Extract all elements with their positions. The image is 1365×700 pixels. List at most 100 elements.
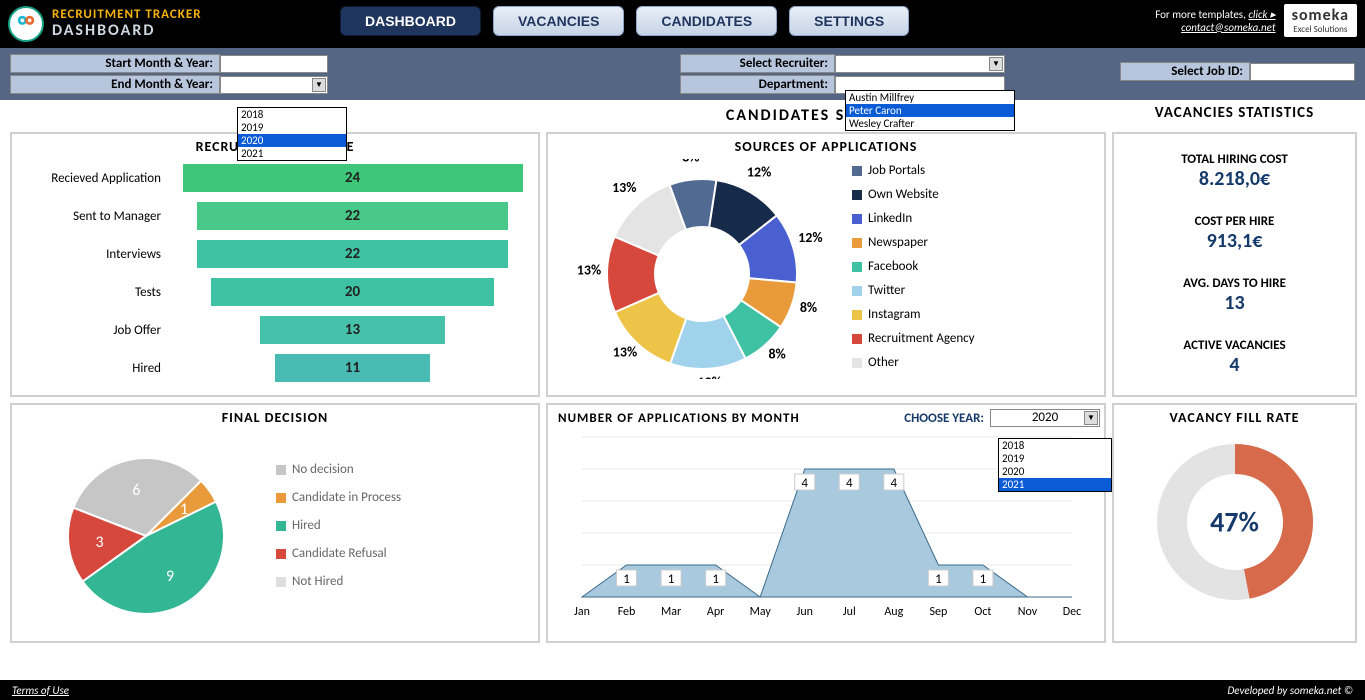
start-month-label: Start Month & Year: bbox=[10, 54, 220, 73]
stat-label: ACTIVE VACANCIES bbox=[1118, 338, 1351, 353]
copyright: Developed by someka.net © bbox=[1228, 684, 1354, 697]
funnel-label: Hired bbox=[16, 361, 171, 376]
legend-label: Job Portals bbox=[868, 159, 925, 183]
legend-label: Other bbox=[868, 351, 899, 375]
brand-logo[interactable]: someka Excel Solutions bbox=[1284, 4, 1357, 37]
svg-text:1: 1 bbox=[980, 572, 987, 587]
chevron-down-icon[interactable]: ▼ bbox=[1084, 411, 1098, 425]
end-month-input[interactable]: ▼ bbox=[220, 76, 328, 94]
svg-text:Dec: Dec bbox=[1063, 605, 1081, 619]
decision-legend: No decisionCandidate in ProcessHiredCand… bbox=[276, 456, 401, 596]
stat-value: 13 bbox=[1118, 291, 1351, 315]
decision-title: FINAL DECISION bbox=[16, 409, 534, 426]
legend-swatch bbox=[852, 190, 862, 200]
nav-vacancies[interactable]: VACANCIES bbox=[493, 6, 624, 36]
year-option[interactable]: 2020 bbox=[238, 134, 346, 147]
recruiter-input[interactable]: ▼ bbox=[835, 55, 1005, 73]
choose-year-option[interactable]: 2020 bbox=[999, 465, 1111, 478]
year-option[interactable]: 2021 bbox=[238, 147, 346, 160]
stat-value: 4 bbox=[1118, 353, 1351, 377]
app-header: RECRUITMENT TRACKER DASHBOARD DASHBOARD … bbox=[0, 0, 1365, 48]
vacancies-title: VACANCIES STATISTICS bbox=[1112, 104, 1357, 126]
legend-label: Candidate in Process bbox=[292, 484, 401, 512]
svg-text:1: 1 bbox=[668, 572, 675, 587]
jobid-label: Select Job ID: bbox=[1120, 62, 1250, 81]
legend-swatch bbox=[852, 310, 862, 320]
funnel-label: Job Offer bbox=[16, 323, 171, 338]
legend-label: Facebook bbox=[868, 255, 918, 279]
funnel-bar: 20 bbox=[211, 278, 494, 306]
funnel-bar: 22 bbox=[197, 240, 509, 268]
filter-bar: Start Month & Year: End Month & Year: ▼ … bbox=[0, 48, 1365, 100]
nav-dashboard[interactable]: DASHBOARD bbox=[340, 6, 481, 36]
funnel-bar: 11 bbox=[275, 354, 431, 382]
recruiter-option[interactable]: Wesley Crafter bbox=[846, 117, 1014, 130]
end-month-label: End Month & Year: bbox=[10, 75, 220, 94]
legend-swatch bbox=[276, 493, 286, 503]
stat-label: AVG. DAYS TO HIRE bbox=[1118, 276, 1351, 291]
footer: Terms of Use Developed by someka.net © bbox=[0, 680, 1365, 700]
legend-label: Candidate Refusal bbox=[292, 540, 387, 568]
terms-link[interactable]: Terms of Use bbox=[12, 684, 69, 697]
legend-label: LinkedIn bbox=[868, 207, 912, 231]
legend-swatch bbox=[852, 166, 862, 176]
apps-title: NUMBER OF APPLICATIONS BY MONTH bbox=[552, 411, 800, 426]
funnel-bar: 13 bbox=[260, 316, 444, 344]
page-title: DASHBOARD bbox=[52, 22, 202, 40]
svg-text:12%: 12% bbox=[798, 229, 822, 246]
jobid-input[interactable] bbox=[1250, 63, 1355, 81]
contact-link[interactable]: contact@someka.net bbox=[1181, 21, 1275, 34]
svg-text:Apr: Apr bbox=[707, 605, 724, 619]
svg-text:8%: 8% bbox=[768, 345, 785, 362]
legend-swatch bbox=[276, 577, 286, 587]
legend-swatch bbox=[852, 214, 862, 224]
funnel-label: Sent to Manager bbox=[16, 209, 171, 224]
recruiter-label: Select Recruiter: bbox=[680, 54, 835, 73]
choose-year-option[interactable]: 2021 bbox=[999, 478, 1111, 491]
choose-year-option[interactable]: 2018 bbox=[999, 439, 1111, 452]
end-year-dropdown[interactable]: 2018 2019 2020 2021 bbox=[237, 107, 347, 161]
svg-text:Jun: Jun bbox=[797, 605, 813, 619]
svg-text:13%: 13% bbox=[577, 262, 601, 279]
legend-label: Instagram bbox=[868, 303, 920, 327]
sources-title: SOURCES OF APPLICATIONS bbox=[552, 138, 1100, 155]
templates-link[interactable]: click ▸ bbox=[1248, 8, 1275, 21]
chevron-down-icon[interactable]: ▼ bbox=[312, 78, 326, 92]
legend-label: Own Website bbox=[868, 183, 939, 207]
svg-text:Jul: Jul bbox=[843, 605, 856, 619]
sources-panel: SOURCES OF APPLICATIONS 8%12%12%8%8%13%1… bbox=[546, 132, 1106, 397]
chevron-down-icon[interactable]: ▼ bbox=[989, 57, 1003, 71]
svg-text:May: May bbox=[750, 605, 772, 619]
start-month-input[interactable] bbox=[220, 55, 328, 73]
svg-text:4: 4 bbox=[801, 476, 808, 491]
stat-value: 8.218,0€ bbox=[1118, 167, 1351, 191]
choose-year-input[interactable]: 2020 ▼ bbox=[990, 409, 1100, 427]
svg-text:12%: 12% bbox=[747, 163, 771, 180]
stat-label: COST PER HIRE bbox=[1118, 214, 1351, 229]
legend-swatch bbox=[852, 358, 862, 368]
svg-text:4: 4 bbox=[891, 476, 898, 491]
funnel-label: Interviews bbox=[16, 247, 171, 262]
year-option[interactable]: 2018 bbox=[238, 108, 346, 121]
sources-donut-chart: 8%12%12%8%8%13%13%13%13% bbox=[552, 159, 852, 379]
fillrate-title: VACANCY FILL RATE bbox=[1118, 409, 1351, 426]
svg-text:Feb: Feb bbox=[618, 605, 636, 619]
choose-year-dropdown[interactable]: 2018 2019 2020 2021 bbox=[998, 438, 1112, 492]
recruiter-option[interactable]: Peter Caron bbox=[846, 104, 1014, 117]
recruiter-dropdown[interactable]: Austin Millfrey Peter Caron Wesley Craft… bbox=[845, 90, 1015, 131]
decision-pie-chart: 6193 bbox=[16, 426, 276, 626]
recruiter-option[interactable]: Austin Millfrey bbox=[846, 91, 1014, 104]
legend-label: Hired bbox=[292, 512, 321, 540]
nav-settings[interactable]: SETTINGS bbox=[789, 6, 909, 36]
stat-label: TOTAL HIRING COST bbox=[1118, 152, 1351, 167]
svg-text:3: 3 bbox=[96, 533, 104, 552]
funnel-label: Recieved Application bbox=[16, 171, 171, 186]
choose-year-option[interactable]: 2019 bbox=[999, 452, 1111, 465]
year-option[interactable]: 2019 bbox=[238, 121, 346, 134]
vacancies-stats-panel: TOTAL HIRING COST8.218,0€ COST PER HIRE9… bbox=[1112, 132, 1357, 397]
app-title: RECRUITMENT TRACKER bbox=[52, 8, 202, 22]
templates-text: For more templates, bbox=[1155, 8, 1248, 21]
nav-candidates[interactable]: CANDIDATES bbox=[636, 6, 777, 36]
legend-swatch bbox=[276, 465, 286, 475]
funnel-bar: 22 bbox=[197, 202, 509, 230]
